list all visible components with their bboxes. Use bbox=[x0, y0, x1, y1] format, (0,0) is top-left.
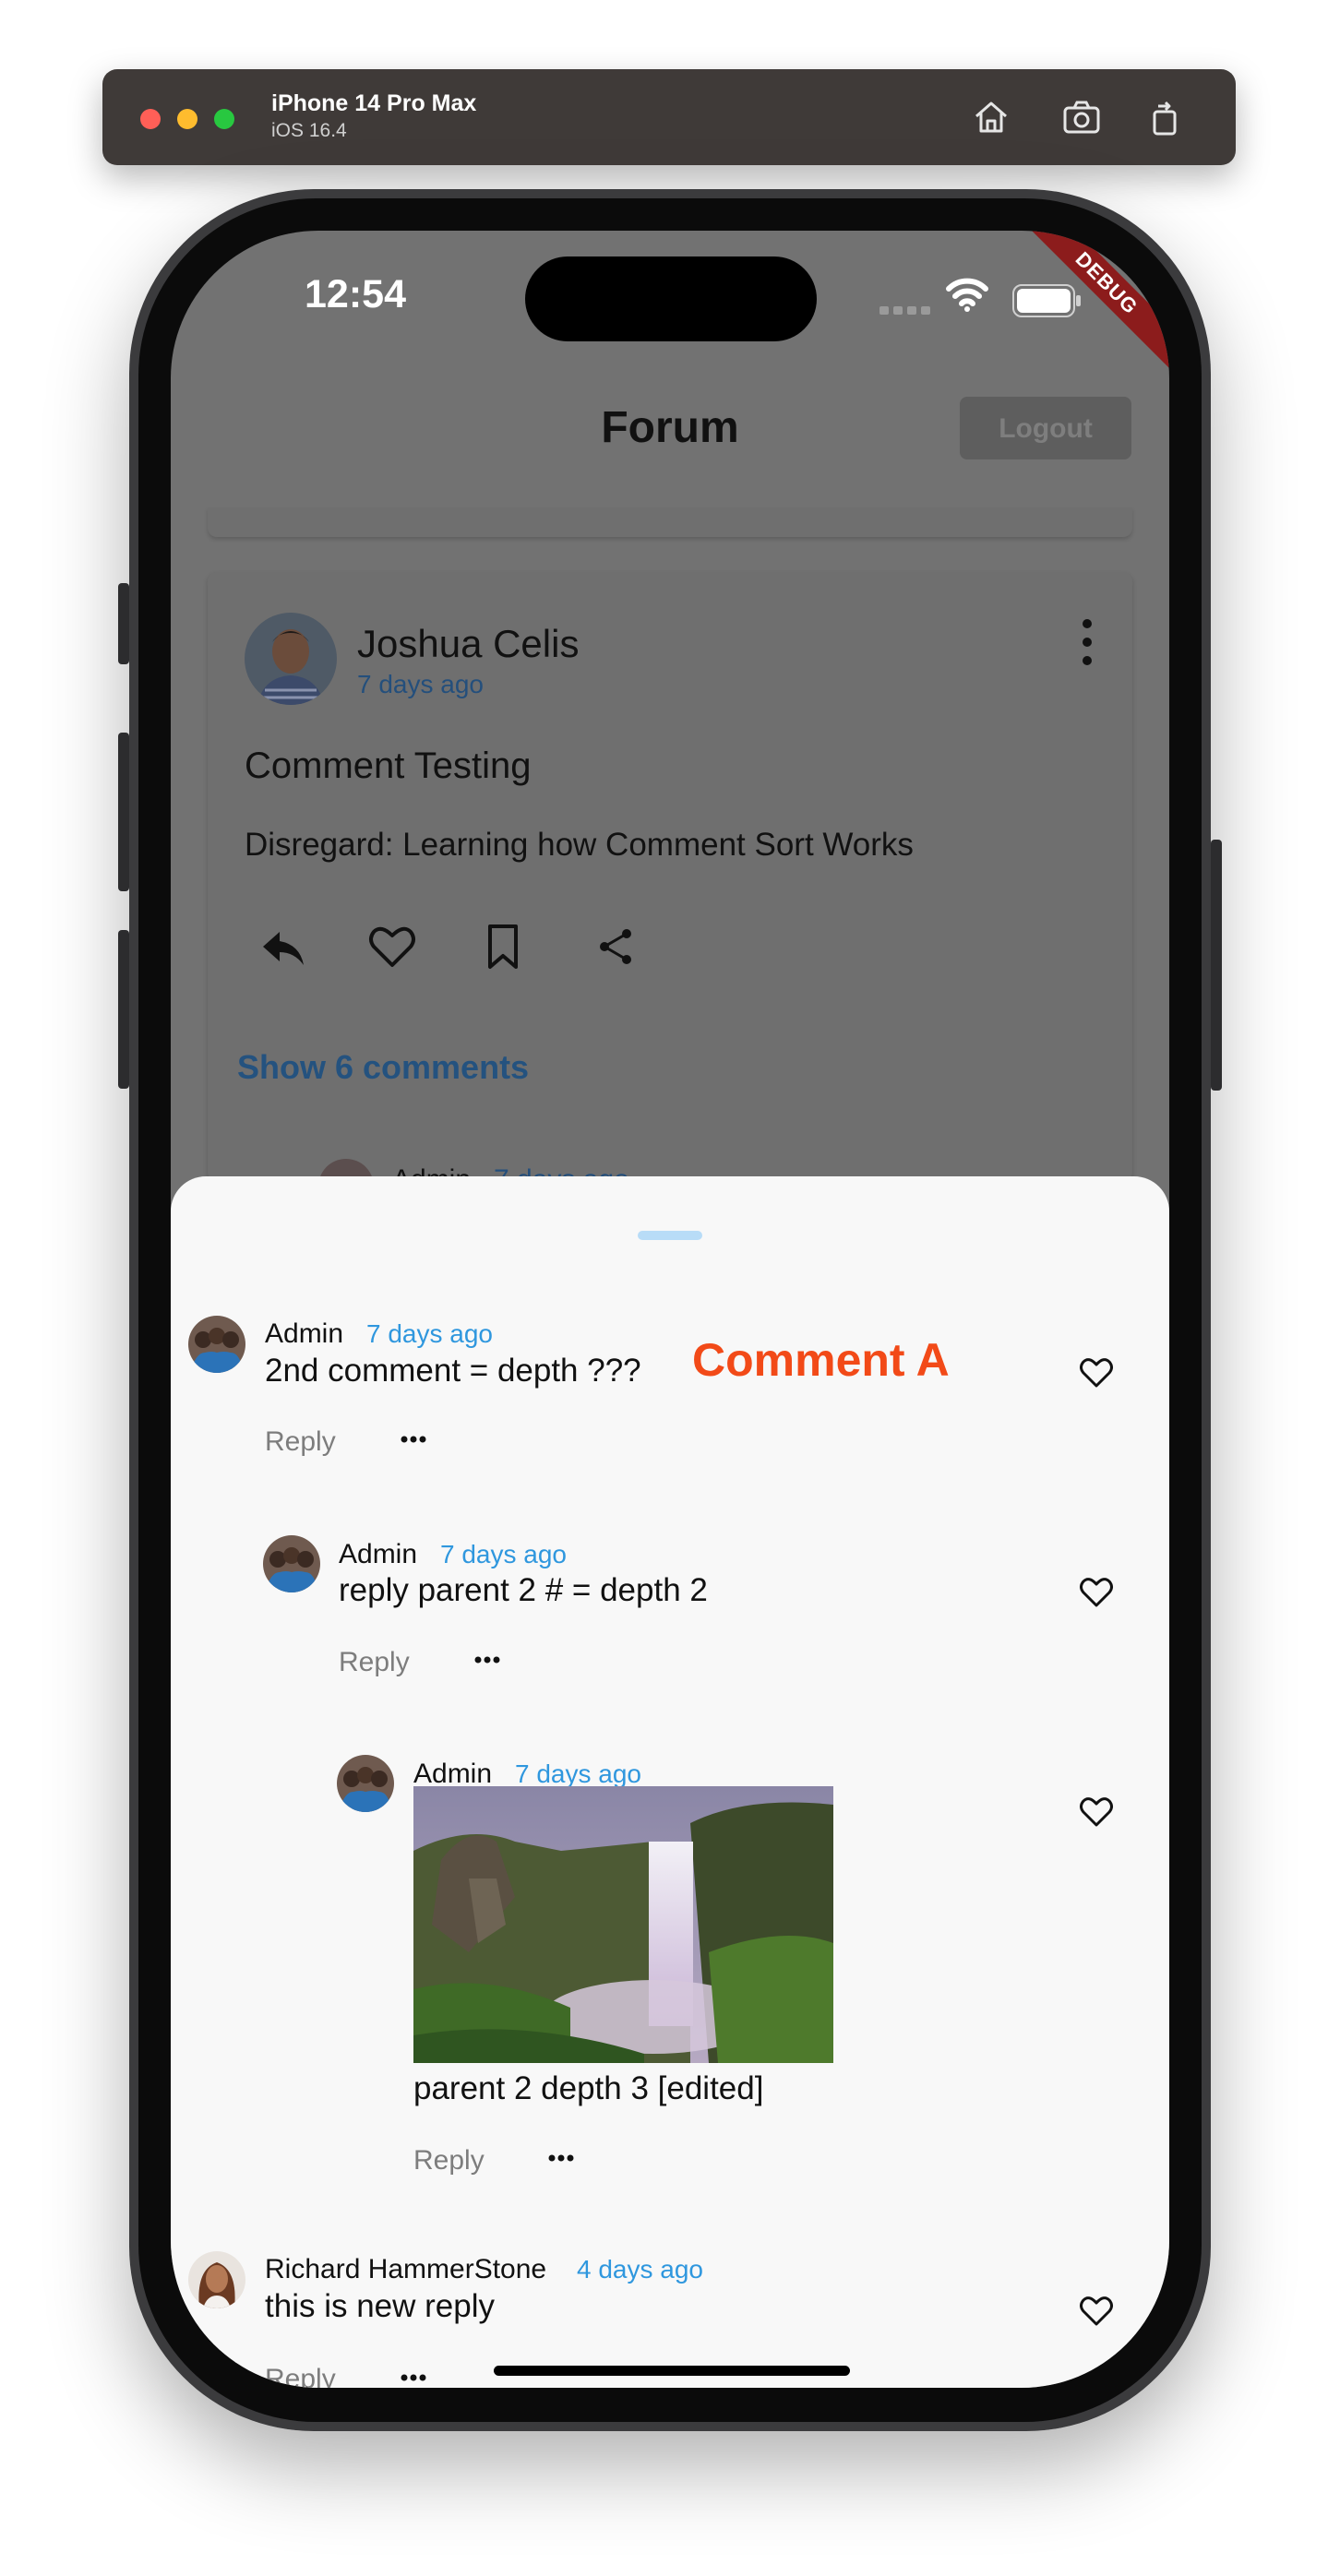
post-card[interactable] bbox=[208, 572, 1132, 1181]
status-time: 12:54 bbox=[305, 272, 406, 316]
silent-switch bbox=[118, 583, 129, 664]
more-vert-icon[interactable] bbox=[1073, 616, 1101, 668]
post-title: Comment Testing bbox=[245, 745, 532, 786]
comment-time: 7 days ago bbox=[440, 1540, 567, 1568]
home-icon[interactable] bbox=[971, 97, 1011, 137]
more-horiz-icon[interactable] bbox=[400, 2373, 427, 2382]
like-heart-icon[interactable] bbox=[1078, 1354, 1115, 1389]
bookmark-icon[interactable] bbox=[475, 919, 531, 974]
share-icon[interactable] bbox=[588, 919, 643, 974]
reply-button[interactable]: Reply bbox=[413, 2145, 485, 2176]
comment-text: parent 2 depth 3 [edited] bbox=[413, 2070, 764, 2106]
reply-button[interactable]: Reply bbox=[339, 1647, 410, 1678]
post-timestamp: 7 days ago bbox=[357, 670, 484, 698]
comment-image[interactable] bbox=[413, 1786, 833, 2063]
post-author-avatar[interactable] bbox=[245, 613, 337, 705]
simulator-toolbar: iPhone 14 Pro Max iOS 16.4 bbox=[102, 69, 1236, 165]
signal-icon bbox=[879, 306, 930, 315]
power-button bbox=[1211, 840, 1222, 1091]
group-photo bbox=[263, 1535, 320, 1592]
post-author-name[interactable]: Joshua Celis bbox=[357, 622, 579, 666]
wifi-icon bbox=[946, 278, 988, 312]
debug-banner: DEBUG bbox=[1012, 231, 1169, 388]
person-photo bbox=[188, 2251, 245, 2308]
dynamic-island bbox=[525, 256, 817, 341]
zoom-window-button[interactable] bbox=[214, 109, 234, 129]
reply-button[interactable]: Reply bbox=[265, 1426, 336, 1458]
more-horiz-icon[interactable] bbox=[547, 2153, 575, 2163]
volume-up-button bbox=[118, 733, 129, 891]
phone-screen: 12:54 DEBUG Forum Logout Joshua Celis 7 bbox=[171, 231, 1169, 2388]
group-photo bbox=[188, 1316, 245, 1373]
person-photo bbox=[245, 613, 337, 705]
comment-author[interactable]: Richard HammerStone bbox=[265, 2254, 546, 2285]
reply-icon[interactable] bbox=[256, 919, 311, 974]
like-heart-icon[interactable] bbox=[1078, 2293, 1115, 2328]
waterfall-photo bbox=[413, 1786, 833, 2063]
comment-author[interactable]: Admin bbox=[265, 1318, 343, 1350]
like-heart-icon[interactable] bbox=[1078, 1574, 1115, 1609]
logout-button[interactable]: Logout bbox=[960, 397, 1131, 459]
previous-post-card bbox=[208, 507, 1132, 537]
show-comments-link[interactable]: Show 6 comments bbox=[237, 1048, 529, 1087]
home-indicator[interactable] bbox=[494, 2366, 850, 2376]
os-version: iOS 16.4 bbox=[271, 120, 347, 141]
comment-author[interactable]: Admin bbox=[339, 1539, 417, 1570]
like-heart-icon[interactable] bbox=[1078, 1794, 1115, 1829]
comment-time: 7 days ago bbox=[515, 1759, 641, 1788]
debug-label: DEBUG bbox=[1017, 231, 1169, 373]
close-window-button[interactable] bbox=[140, 109, 161, 129]
comment-text: 2nd comment = depth ??? bbox=[265, 1353, 641, 1389]
comment-time: 4 days ago bbox=[577, 2255, 703, 2284]
group-photo bbox=[337, 1755, 394, 1812]
comment-avatar[interactable] bbox=[337, 1755, 394, 1812]
post-body: Disregard: Learning how Comment Sort Wor… bbox=[245, 827, 914, 863]
screenshot-icon[interactable] bbox=[1061, 97, 1102, 137]
rotate-icon[interactable] bbox=[1145, 97, 1186, 137]
comment-text: reply parent 2 # = depth 2 bbox=[339, 1572, 708, 1608]
annotation-label: Comment A bbox=[692, 1334, 950, 1386]
sheet-drag-handle[interactable] bbox=[638, 1231, 702, 1240]
comment-avatar[interactable] bbox=[263, 1535, 320, 1592]
minimize-window-button[interactable] bbox=[177, 109, 197, 129]
reply-button[interactable]: Reply bbox=[265, 2364, 336, 2388]
comment-avatar[interactable] bbox=[188, 2251, 245, 2308]
heart-icon[interactable] bbox=[365, 919, 420, 974]
comment-avatar[interactable] bbox=[188, 1316, 245, 1373]
more-horiz-icon[interactable] bbox=[400, 1435, 427, 1444]
more-horiz-icon[interactable] bbox=[473, 1655, 501, 1664]
volume-down-button bbox=[118, 930, 129, 1089]
comment-time: 7 days ago bbox=[366, 1319, 493, 1348]
comment-author[interactable]: Admin bbox=[413, 1759, 492, 1790]
device-name: iPhone 14 Pro Max bbox=[271, 90, 477, 116]
comment-text: this is new reply bbox=[265, 2288, 495, 2324]
